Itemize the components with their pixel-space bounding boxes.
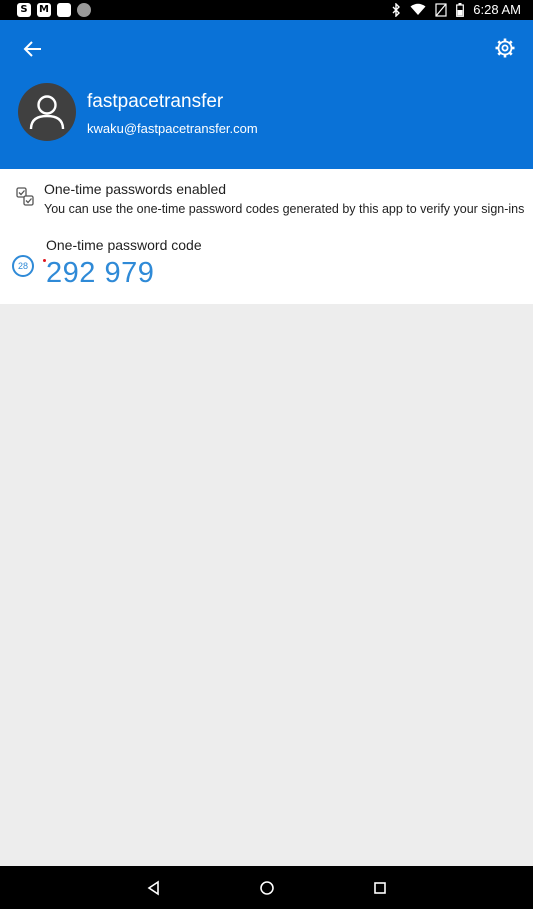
settings-button[interactable]: [493, 36, 517, 60]
nav-home-button[interactable]: [256, 877, 278, 899]
skype-notification-icon: S: [17, 3, 31, 17]
app-notification-icon: [77, 3, 91, 17]
person-icon: [29, 95, 65, 130]
back-button[interactable]: [20, 36, 46, 62]
nav-back-button[interactable]: [143, 877, 165, 899]
countdown-timer: 28: [12, 255, 34, 277]
otp-card: One-time passwords enabled You can use t…: [0, 169, 533, 304]
notification-icons: S M: [17, 3, 91, 17]
checkboxes-icon: [16, 187, 34, 206]
arrow-left-icon: [23, 41, 41, 57]
account-name: fastpacetransfer: [87, 91, 224, 112]
circle-home-icon: [260, 881, 274, 895]
bluetooth-icon: [392, 2, 401, 17]
account-header: fastpacetransfer kwaku@fastpacetransfer.…: [0, 20, 533, 169]
battery-icon: [456, 2, 465, 17]
clock: 6:28 AM: [473, 2, 521, 17]
wifi-icon: [410, 3, 426, 15]
otp-enabled-title: One-time passwords enabled: [44, 181, 227, 197]
no-signal-icon: [435, 2, 447, 17]
nav-recents-button[interactable]: [369, 877, 391, 899]
navigation-bar: [0, 866, 533, 909]
otp-enabled-description: You can use the one-time password codes …: [44, 202, 525, 216]
photos-notification-icon: [57, 3, 71, 17]
otp-code-label: One-time password code: [46, 237, 202, 253]
account-email: kwaku@fastpacetransfer.com: [87, 121, 258, 136]
system-status: 6:28 AM: [392, 2, 521, 17]
otp-code[interactable]: 292 979: [46, 257, 154, 290]
triangle-back-icon: [147, 880, 159, 896]
square-recents-icon: [374, 882, 386, 894]
gmail-notification-icon: M: [37, 3, 51, 17]
status-bar: S M 6:28 AM: [0, 0, 533, 20]
avatar: [18, 83, 76, 141]
gear-icon: [495, 38, 515, 58]
